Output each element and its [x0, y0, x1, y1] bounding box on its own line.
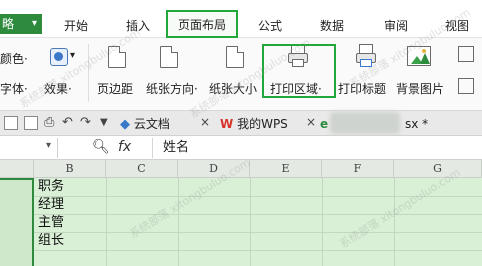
blurred-filename — [330, 112, 400, 134]
grid-line — [178, 178, 179, 266]
margins-icon[interactable] — [108, 46, 126, 68]
formula-input[interactable]: 姓名 — [152, 138, 482, 158]
column-header-b[interactable]: B — [34, 160, 106, 178]
sheet-file-icon: e — [320, 117, 329, 131]
tab-view[interactable]: 视图 — [445, 16, 469, 36]
cloud-docs-icon: ◆ — [120, 117, 130, 132]
zoom-search-icon[interactable]: 🔍︎ — [92, 139, 110, 155]
close-cloud-tab-icon[interactable]: × — [200, 115, 210, 129]
column-header-f[interactable]: F — [322, 160, 394, 178]
tab-formulas[interactable]: 公式 — [258, 16, 282, 36]
app-menu-label: 略 — [2, 17, 15, 31]
page-setup-icon[interactable] — [458, 46, 474, 62]
tab-insert[interactable]: 插入 — [126, 16, 150, 36]
tab-page-layout[interactable]: 页面布局 — [166, 10, 239, 38]
fonts-dropdown[interactable]: 字体· — [0, 80, 28, 97]
tab-cloud-docs[interactable]: ◆ 云文档 — [120, 115, 170, 133]
name-box-dropdown-icon[interactable]: ▾ — [46, 140, 51, 151]
save-icon[interactable] — [4, 116, 18, 130]
customize-dropdown-icon[interactable]: ▼ — [100, 117, 108, 128]
ribbon: 颜色· 字体· ▾ 效果· 页边距 纸张方向· 纸张大小 打印区域· 打印标题 … — [0, 38, 482, 110]
close-wps-tab-icon[interactable]: × — [306, 115, 316, 129]
colors-dropdown[interactable]: 颜色· — [0, 50, 28, 67]
effects-button[interactable]: 效果· — [44, 80, 72, 97]
effects-dropdown-arrow-icon[interactable]: ▾ — [70, 50, 75, 61]
formula-bar: ▾ 🔍︎ fx 姓名 — [0, 136, 482, 160]
tab-data[interactable]: 数据 — [320, 16, 344, 36]
redo-icon[interactable]: ↷ — [80, 115, 91, 130]
tab-current-workbook[interactable]: sx * — [405, 115, 428, 133]
quick-access-bar: ⎙ ↶ ↷ ▼ ◆ 云文档 × W 我的WPS × e sx * — [0, 110, 482, 136]
column-header-d[interactable]: D — [178, 160, 250, 178]
grid-line — [0, 250, 482, 251]
cell-b3[interactable]: 主管 — [38, 215, 64, 231]
ribbon-divider — [88, 44, 89, 102]
app-menu-button[interactable]: 略 ▾ — [0, 14, 42, 34]
undo-icon[interactable]: ↶ — [62, 115, 73, 130]
cloud-docs-label: 云文档 — [133, 117, 170, 131]
spreadsheet-grid[interactable]: B C D E F G 职务 经理 主管 组长 — [0, 160, 482, 266]
my-wps-label: 我的WPS — [237, 117, 288, 131]
cell-b4[interactable]: 组长 — [38, 233, 64, 249]
dropdown-arrow-icon: ▾ — [31, 18, 37, 29]
theme-effects-icon[interactable] — [50, 48, 68, 66]
name-box[interactable]: ▾ — [0, 138, 58, 158]
print-preview-icon[interactable] — [24, 116, 38, 130]
grid-line — [0, 214, 482, 215]
grid-line — [250, 178, 251, 266]
page-size-button[interactable]: 纸张大小 — [209, 80, 257, 97]
tab-my-wps[interactable]: W 我的WPS — [220, 115, 288, 133]
page-break-icon[interactable] — [458, 78, 474, 94]
fx-icon[interactable]: fx — [118, 139, 131, 155]
preview-icon[interactable]: ⎙ — [44, 115, 54, 130]
cell-b1[interactable]: 职务 — [38, 179, 64, 195]
margins-button[interactable]: 页边距 — [97, 80, 133, 97]
grid-line — [322, 178, 323, 266]
tab-review[interactable]: 审阅 — [384, 16, 408, 36]
background-image-icon[interactable] — [407, 46, 431, 66]
print-titles-icon[interactable] — [356, 44, 376, 68]
selected-row-header[interactable] — [0, 178, 34, 266]
menu-bar: 略 ▾ 开始 插入 页面布局 公式 数据 审阅 视图 — [0, 0, 482, 38]
orientation-icon[interactable] — [160, 46, 178, 68]
tab-home[interactable]: 开始 — [64, 16, 88, 36]
grid-line — [0, 232, 482, 233]
background-image-button[interactable]: 背景图片 — [396, 80, 444, 97]
wps-logo-icon: W — [220, 117, 234, 131]
print-titles-button[interactable]: 打印标题 — [338, 80, 386, 97]
select-all-corner[interactable] — [0, 160, 34, 178]
orientation-button[interactable]: 纸张方向· — [146, 80, 198, 97]
column-header-g[interactable]: G — [394, 160, 482, 178]
page-size-icon[interactable] — [226, 46, 244, 68]
grid-line — [0, 196, 482, 197]
cell-b2[interactable]: 经理 — [38, 197, 64, 213]
column-header-c[interactable]: C — [106, 160, 178, 178]
print-area-highlight — [262, 44, 336, 98]
column-header-e[interactable]: E — [250, 160, 322, 178]
grid-line — [106, 178, 107, 266]
grid-line — [394, 178, 395, 266]
